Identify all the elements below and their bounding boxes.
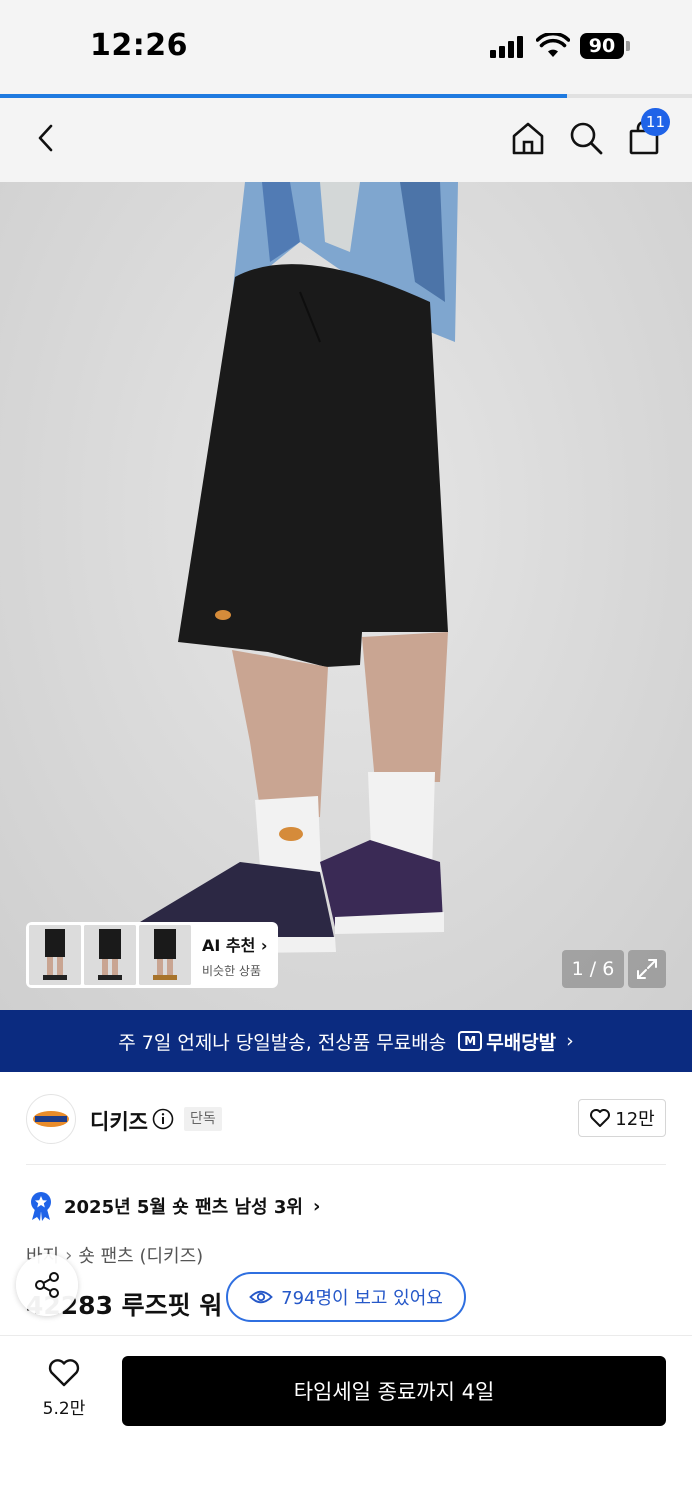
status-bar: 12:26 90 — [0, 0, 692, 94]
live-viewers-text: 794명이 보고 있어요 — [281, 1288, 443, 1309]
breadcrumb-current[interactable]: 숏 팬츠 (디키즈) — [78, 1242, 203, 1268]
promo-text: 주 7일 언제나 당일발송, 전상품 무료배송 — [118, 1031, 447, 1054]
wishlist-count: 5.2만 — [42, 1399, 86, 1419]
recommend-thumb[interactable] — [84, 925, 136, 985]
cart-button[interactable]: 11 — [620, 108, 670, 162]
top-nav-bar: 11 — [0, 98, 692, 182]
info-icon[interactable] — [152, 1108, 174, 1130]
ranking-text: 2025년 5월 숏 팬츠 남성 3위 — [64, 1197, 303, 1218]
recommend-thumb[interactable] — [139, 925, 191, 985]
wifi-icon — [536, 33, 570, 57]
free-shipping-banner[interactable]: 주 7일 언제나 당일발송, 전상품 무료배송 M 무배당발 › — [0, 1010, 692, 1072]
heart-outline-icon — [48, 1359, 80, 1387]
expand-image-button[interactable] — [628, 950, 666, 988]
brand-name[interactable]: 디키즈 — [90, 1106, 148, 1136]
chevron-right-icon: › — [566, 1030, 574, 1052]
status-time: 12:26 — [90, 28, 188, 63]
product-photo — [140, 182, 458, 954]
chevron-left-icon — [38, 124, 53, 152]
promo-logo-mark: M — [458, 1031, 483, 1051]
ranking-medal-icon — [31, 1192, 51, 1221]
brand-like-button[interactable]: 12만 — [578, 1099, 666, 1137]
share-icon — [35, 1272, 59, 1298]
exclusive-badge: 단독 — [184, 1107, 222, 1131]
battery-indicator: 90 — [580, 33, 624, 59]
recommend-thumb[interactable] — [29, 925, 81, 985]
chevron-right-icon: › — [312, 1195, 321, 1217]
cart-count-badge: 11 — [640, 108, 670, 136]
bottom-action-bar: 5.2만 타임세일 종료까지 4일 — [0, 1335, 692, 1500]
ranking-link[interactable]: 2025년 5월 숏 팬츠 남성 3위 › — [28, 1190, 320, 1222]
brand-logo[interactable] — [26, 1094, 76, 1144]
ai-recommend-subtitle: 비슷한 상품 — [202, 963, 262, 978]
share-button[interactable] — [16, 1254, 78, 1316]
heart-outline-icon — [590, 1109, 611, 1127]
search-icon — [570, 122, 603, 155]
brand-like-count: 12만 — [615, 1109, 655, 1130]
back-button[interactable] — [22, 114, 70, 162]
wishlist-button[interactable]: 5.2만 — [30, 1358, 98, 1424]
home-button[interactable] — [504, 114, 552, 162]
expand-icon — [637, 959, 657, 979]
buy-button[interactable]: 타임세일 종료까지 4일 — [122, 1356, 666, 1426]
dickies-logo-icon — [33, 1111, 69, 1127]
brand-row: 디키즈 단독 12만 — [0, 1072, 692, 1164]
promo-logo-text: 무배당발 — [486, 1031, 557, 1054]
section-divider — [26, 1164, 666, 1165]
eye-icon — [249, 1290, 273, 1304]
ai-recommend-title: AI 추천 › — [202, 935, 268, 955]
image-page-counter: 1 / 6 — [562, 950, 624, 988]
live-viewers-pill: 794명이 보고 있어요 — [226, 1272, 466, 1322]
cellular-signal-icon — [490, 36, 528, 58]
home-icon — [512, 122, 544, 155]
promo-logo: M 무배당발 — [458, 1028, 556, 1055]
ai-recommend-card[interactable]: AI 추천 › 비슷한 상품 — [26, 922, 278, 988]
product-image-gallery[interactable]: AI 추천 › 비슷한 상품 1 / 6 — [0, 182, 692, 1010]
search-button[interactable] — [562, 114, 610, 162]
battery-cap — [626, 41, 630, 51]
